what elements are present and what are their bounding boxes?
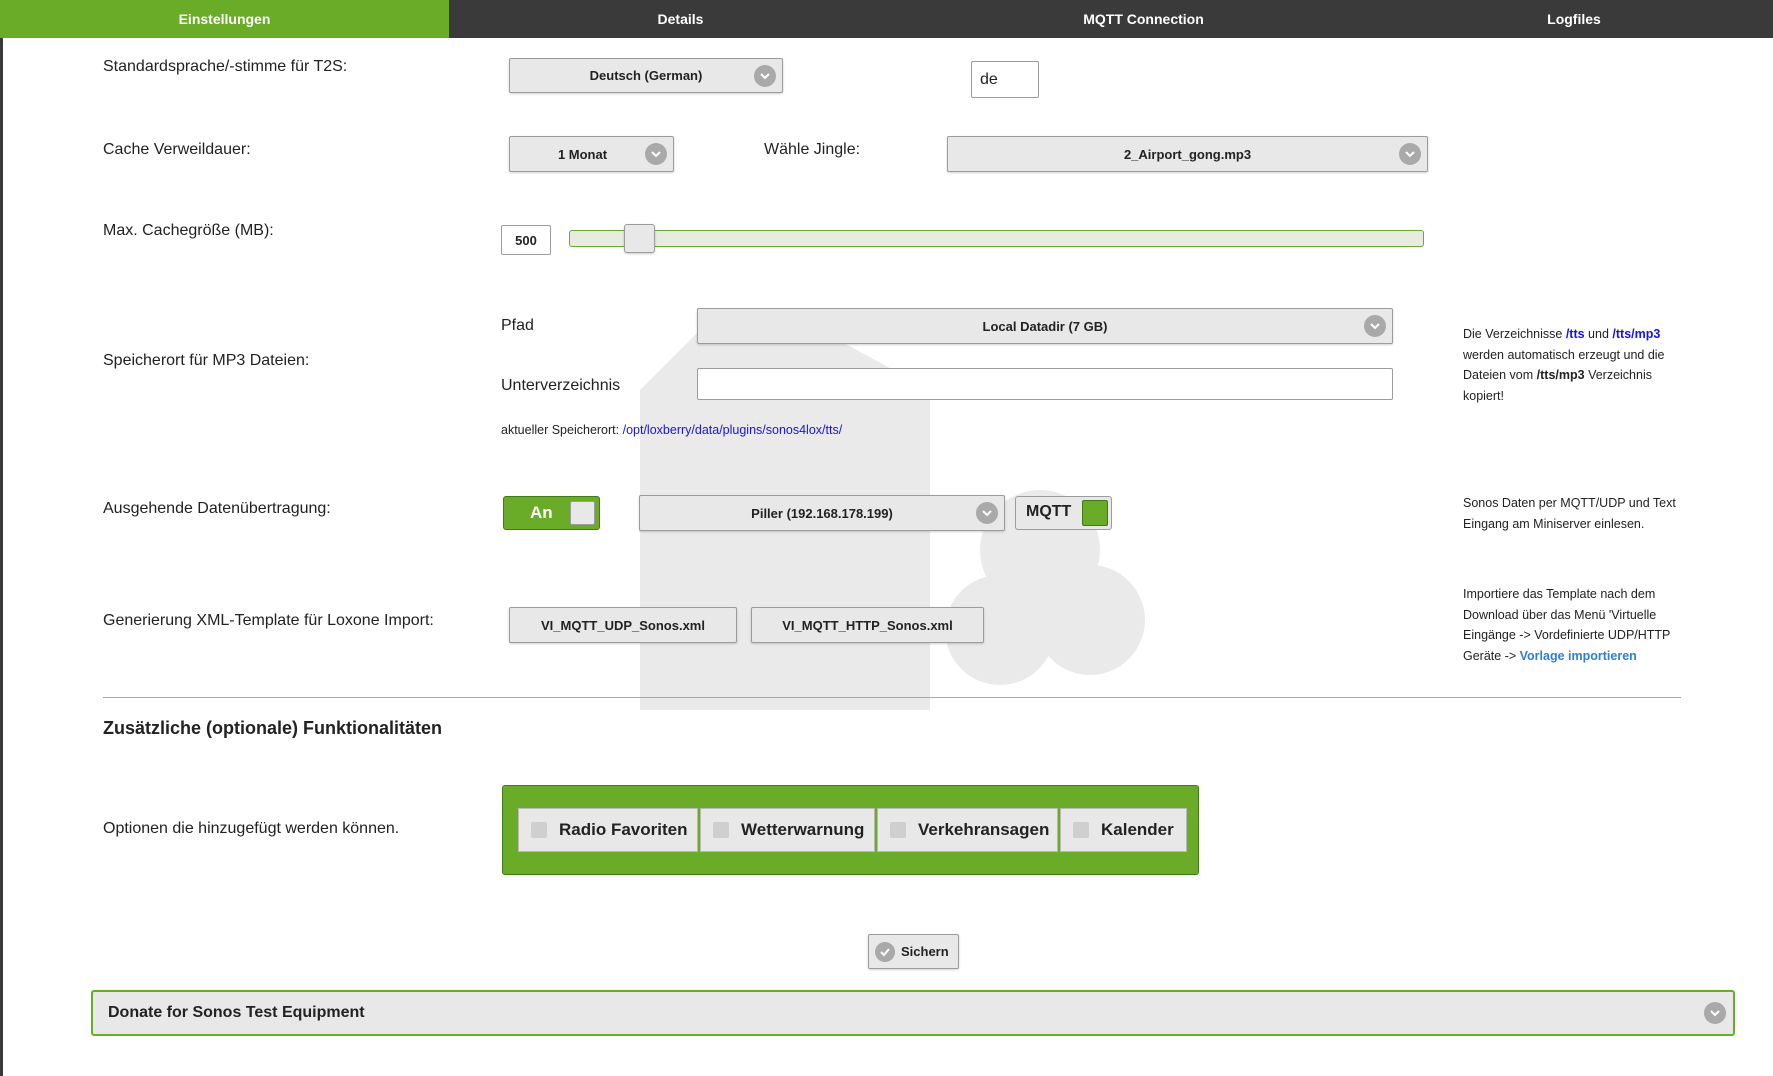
left-border [0, 38, 3, 1076]
option-verkehransagen[interactable]: Verkehransagen [877, 808, 1058, 852]
miniserver-select-value: Piller (192.168.178.199) [751, 505, 893, 521]
cachesize-slider-handle[interactable] [624, 224, 655, 253]
storage-note-mp3: /tts/mp3 [1612, 327, 1661, 341]
save-button-label: Sichern [901, 944, 949, 959]
storage-note-p2: und [1584, 327, 1613, 341]
xml-label: Generierung XML-Template für Loxone Impo… [103, 612, 434, 629]
miniserver-select[interactable]: Piller (192.168.178.199) [639, 495, 1005, 531]
option-kalender[interactable]: Kalender [1060, 808, 1187, 852]
path-label: Pfad [501, 317, 534, 334]
transfer-toggle[interactable]: An [503, 496, 600, 530]
option-wetterwarnung[interactable]: Wetterwarnung [700, 808, 875, 852]
t2s-label: Standardsprache/-stimme für T2S: [103, 58, 348, 75]
donate-collapsible[interactable]: Donate for Sonos Test Equipment [91, 990, 1735, 1036]
chevron-down-icon [754, 64, 776, 87]
xml-udp-button[interactable]: VI_MQTT_UDP_Sonos.xml [509, 607, 737, 643]
tab-mqtt-connection[interactable]: MQTT Connection [912, 0, 1375, 38]
tab-einstellungen[interactable]: Einstellungen [0, 0, 449, 38]
storage-note-mp3b: /tts/mp3 [1536, 368, 1585, 382]
options-group: Radio Favoriten Wetterwarnung Verkehrans… [502, 785, 1199, 875]
subdir-label: Unterverzeichnis [501, 377, 621, 394]
lang-code-input[interactable] [971, 61, 1039, 98]
cache-label: Cache Verweildauer: [103, 141, 251, 158]
tab-logfiles[interactable]: Logfiles [1375, 0, 1773, 38]
tab-details[interactable]: Details [449, 0, 912, 38]
voice-select[interactable]: Deutsch (German) [509, 58, 783, 93]
check-icon [875, 941, 895, 962]
import-template-link[interactable]: Vorlage importieren [1520, 649, 1637, 663]
current-location-label: aktueller Speicherort: [501, 423, 620, 437]
path-select[interactable]: Local Datadir (7 GB) [697, 308, 1393, 344]
voice-select-value: Deutsch (German) [589, 68, 703, 83]
subdir-input[interactable] [697, 368, 1393, 400]
transfer-toggle-label: An [530, 503, 553, 522]
path-select-value: Local Datadir (7 GB) [982, 318, 1108, 334]
storage-note: Die Verzeichnisse /tts und /tts/mp3 werd… [1463, 324, 1693, 406]
storage-note-tts: /tts [1565, 327, 1585, 341]
option-radio-favoriten[interactable]: Radio Favoriten [518, 808, 698, 852]
chevron-down-icon [1364, 315, 1386, 337]
current-location: aktueller Speicherort: /opt/loxberry/dat… [501, 423, 842, 437]
xml-http-button[interactable]: VI_MQTT_HTTP_Sonos.xml [751, 607, 984, 643]
toggle-knob [570, 501, 595, 525]
option-label: Kalender [1101, 820, 1174, 839]
storage-note-p1: Die Verzeichnisse [1463, 327, 1566, 341]
checkbox [1073, 822, 1089, 838]
save-button[interactable]: Sichern [868, 934, 959, 969]
checkbox [890, 822, 906, 838]
checkbox [713, 822, 729, 838]
divider [103, 697, 1681, 698]
cachesize-value[interactable]: 500 [501, 225, 551, 255]
top-nav: Einstellungen Details MQTT Connection Lo… [0, 0, 1773, 38]
storage-label: Speicherort für MP3 Dateien: [103, 352, 310, 369]
option-label: Verkehransagen [918, 820, 1050, 839]
checkbox [531, 822, 547, 838]
mqtt-toggle[interactable]: MQTT [1015, 496, 1112, 530]
extras-label: Optionen die hinzugefügt werden können. [103, 820, 400, 837]
cache-duration-select[interactable]: 1 Monat [509, 136, 674, 172]
chevron-down-icon [976, 502, 998, 524]
mqtt-toggle-knob [1082, 500, 1108, 526]
option-label: Radio Favoriten [559, 820, 688, 839]
chevron-down-icon [645, 143, 667, 165]
chevron-down-icon [1399, 143, 1421, 165]
jingle-label: Wähle Jingle: [764, 141, 861, 158]
cache-duration-value: 1 Monat [557, 146, 608, 162]
mqtt-toggle-label: MQTT [1026, 503, 1072, 520]
cachesize-label: Max. Cachegröße (MB): [103, 222, 274, 239]
donate-label: Donate for Sonos Test Equipment [108, 1004, 365, 1021]
transfer-note: Sonos Daten per MQTT/UDP und Text Eingan… [1463, 496, 1676, 531]
xml-note: Importiere das Template nach dem Downloa… [1463, 584, 1693, 666]
option-label: Wetterwarnung [741, 820, 865, 839]
extras-heading: Zusätzliche (optionale) Funktionalitäten [103, 718, 443, 738]
transfer-label: Ausgehende Datenübertragung: [103, 500, 331, 517]
jingle-select-value: 2_Airport_gong.mp3 [1123, 146, 1252, 162]
chevron-down-icon [1704, 1002, 1726, 1024]
jingle-select[interactable]: 2_Airport_gong.mp3 [947, 136, 1428, 172]
cachesize-slider-track[interactable] [569, 230, 1424, 247]
current-location-path: /opt/loxberry/data/plugins/sonos4lox/tts… [622, 423, 843, 437]
